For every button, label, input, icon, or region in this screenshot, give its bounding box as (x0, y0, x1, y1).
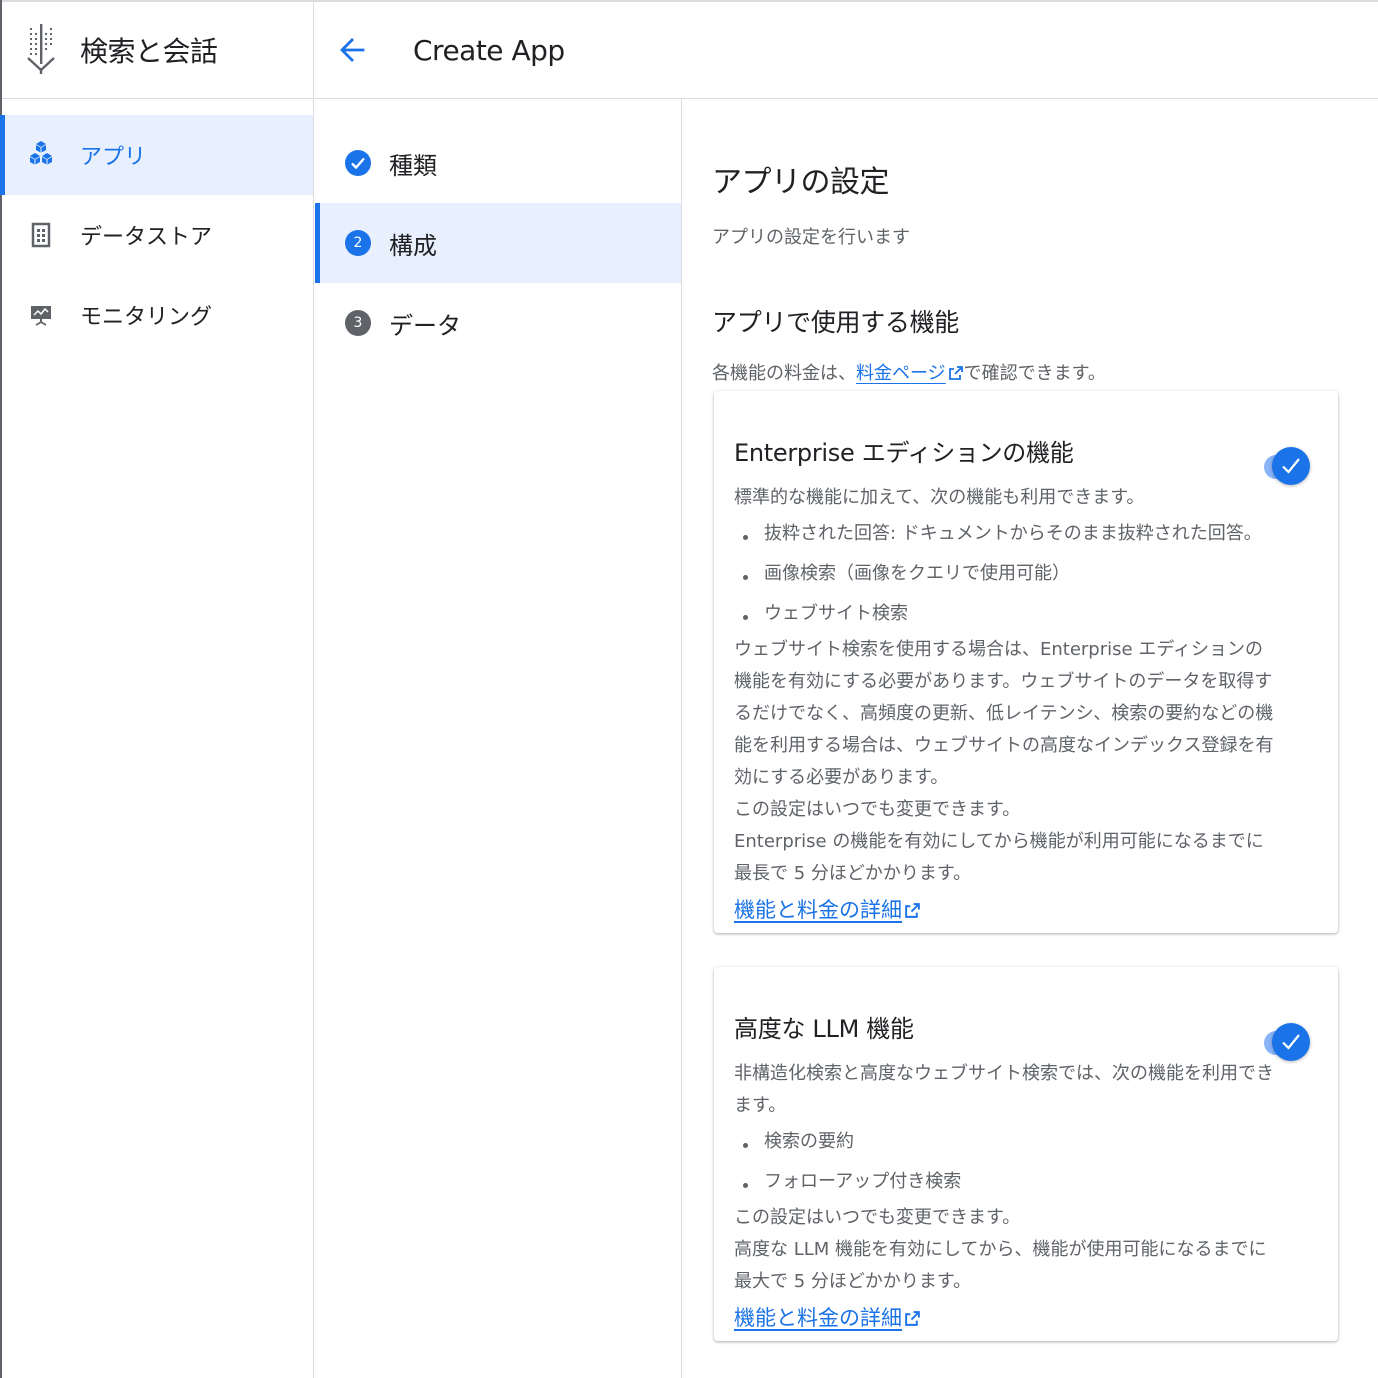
nav-item-apps-label: アプリ (80, 145, 147, 170)
pricing-prefix: 各機能の料金は、 (712, 363, 856, 384)
nav-item-apps[interactable]: アプリ (0, 115, 313, 195)
stepper: 種類 2 構成 3 データ (315, 99, 682, 1378)
external-link-icon (905, 903, 920, 918)
section-title: アプリの設定 (712, 165, 890, 200)
enterprise-features-toggle[interactable] (1264, 447, 1310, 487)
monitoring-chart-icon (28, 302, 54, 328)
features-pricing-link[interactable]: 機能と料金の詳細 (734, 894, 921, 926)
check-icon (1272, 447, 1310, 485)
step-type[interactable]: 種類 (315, 123, 681, 203)
nav-item-monitoring-label: モニタリング (80, 305, 213, 330)
feature-list: 抜粋された回答: ドキュメントからそのまま抜粋された回答。 画像検索（画像をクエ… (734, 514, 1274, 634)
check-icon (1272, 1023, 1310, 1061)
section-subtitle: アプリの設定を行います (712, 227, 910, 248)
check-circle-icon (345, 150, 371, 176)
pricing-note: 各機能の料金は、料金ページ で確認できます。 (712, 359, 1106, 385)
card-intro: 標準的な機能に加えて、次の機能も利用できます。 (734, 487, 1145, 508)
card-paragraph: Enterprise の機能を有効にしてから機能が利用可能になるまでに最長で 5… (734, 831, 1264, 884)
step-number-badge: 3 (345, 310, 371, 336)
step-config[interactable]: 2 構成 (315, 203, 681, 283)
list-item: 抜粋された回答: ドキュメントからそのまま抜粋された回答。 (734, 514, 1274, 554)
list-item: ウェブサイト検索 (734, 594, 1274, 634)
step-config-label: 構成 (389, 231, 437, 260)
pricing-page-link-label: 料金ページ (856, 363, 946, 384)
product-title: 検索と会話 (80, 35, 218, 68)
card-paragraph: この設定はいつでも変更できます。 (734, 1207, 1021, 1228)
card-paragraph: この設定はいつでも変更できます。 (734, 799, 1021, 820)
pricing-suffix: で確認できます。 (963, 363, 1106, 384)
advanced-llm-card: 高度な LLM 機能 非構造化検索と高度なウェブサイト検索では、次の機能を利用で… (714, 967, 1338, 1341)
step-type-label: 種類 (389, 151, 437, 180)
page-title: Create App (413, 33, 565, 67)
card-title: Enterprise エディションの機能 (734, 439, 1074, 467)
left-nav: 検索と会話 アプリ データストア モニタリング (0, 2, 314, 1378)
advanced-llm-toggle[interactable] (1264, 1023, 1310, 1063)
external-link-icon (948, 366, 963, 380)
card-body: 非構造化検索と高度なウェブサイト検索では、次の機能を利用できます。 検索の要約 … (734, 1058, 1274, 1336)
back-arrow-icon[interactable] (337, 35, 367, 65)
feature-list: 検索の要約 フォローアップ付き検索 (734, 1122, 1274, 1202)
step-data[interactable]: 3 データ (315, 283, 681, 363)
apps-cubes-icon (28, 141, 54, 168)
list-item: 画像検索（画像をクエリで使用可能） (734, 554, 1274, 594)
card-paragraph: ウェブサイト検索を使用する場合は、Enterprise エディションの機能を有効… (734, 639, 1274, 788)
card-body: 標準的な機能に加えて、次の機能も利用できます。 抜粋された回答: ドキュメントか… (734, 482, 1274, 928)
product-header: 検索と会話 (2, 2, 313, 99)
features-pricing-link-label: 機能と料金の詳細 (734, 898, 902, 922)
datastore-building-icon (28, 222, 54, 248)
nav-item-monitoring[interactable]: モニタリング (2, 275, 313, 355)
list-item: フォローアップ付き検索 (734, 1162, 1274, 1202)
app-header: Create App (315, 2, 1378, 99)
nav-item-datastore-label: データストア (80, 225, 213, 250)
card-intro: 非構造化検索と高度なウェブサイト検索では、次の機能を利用できます。 (734, 1063, 1274, 1116)
step-number-badge: 2 (345, 230, 371, 256)
main-content: アプリの設定 アプリの設定を行います アプリで使用する機能 各機能の料金は、料金… (683, 99, 1378, 1378)
nav-item-datastore[interactable]: データストア (2, 195, 313, 275)
nav-list: アプリ データストア モニタリング (0, 99, 313, 355)
external-link-icon (905, 1311, 920, 1326)
list-item: 検索の要約 (734, 1122, 1274, 1162)
card-paragraph: 高度な LLM 機能を有効にしてから、機能が使用可能になるまでに最大で 5 分ほ… (734, 1239, 1267, 1292)
features-pricing-link-label: 機能と料金の詳細 (734, 1306, 902, 1330)
enterprise-features-card: Enterprise エディションの機能 標準的な機能に加えて、次の機能も利用で… (714, 391, 1338, 933)
features-pricing-link[interactable]: 機能と料金の詳細 (734, 1302, 921, 1334)
features-heading: アプリで使用する機能 (712, 308, 960, 337)
card-title: 高度な LLM 機能 (734, 1015, 914, 1043)
pricing-page-link[interactable]: 料金ページ (856, 363, 964, 384)
search-conversation-logo-icon (27, 24, 55, 74)
step-data-label: データ (389, 311, 461, 340)
